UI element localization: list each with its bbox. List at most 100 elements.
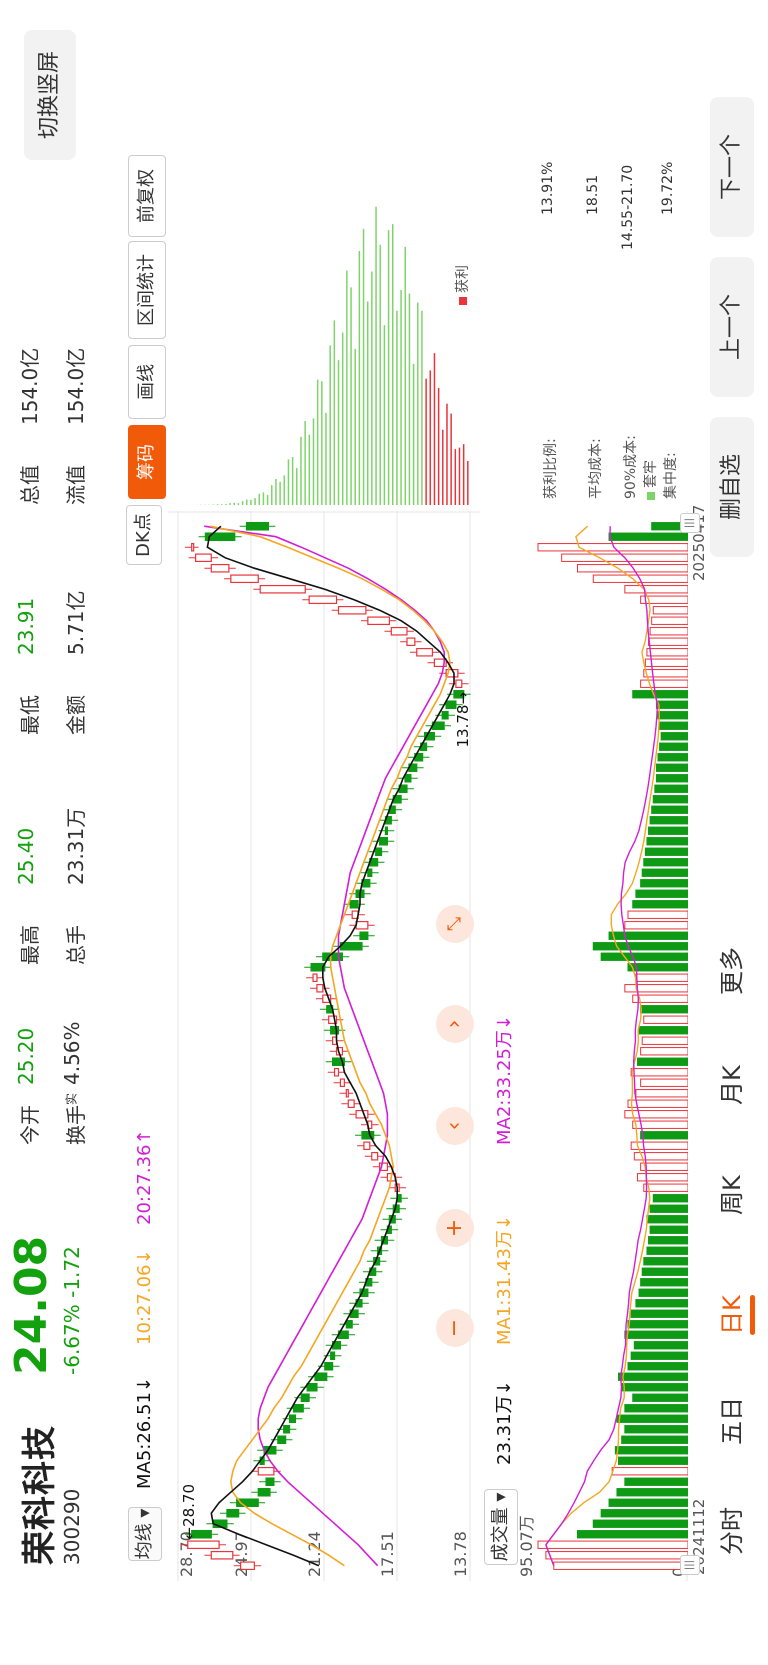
volume-bar <box>648 1236 688 1245</box>
zoom-out-button[interactable]: − <box>436 1309 474 1347</box>
landscape-stage: 荣科科技 300290 24.08 -6.67% -1.72 今开 25.20 … <box>0 0 768 1665</box>
candle-body <box>333 1067 340 1077</box>
candle-body <box>330 1025 340 1035</box>
quote-total-label: 总值 <box>18 465 42 505</box>
volume-bar <box>649 1225 688 1234</box>
quote-amount-label: 金额 <box>64 695 88 735</box>
volume-bar <box>624 585 688 594</box>
volume-bar <box>635 1089 688 1098</box>
stock-name: 荣科科技 <box>20 1425 60 1565</box>
candle-body <box>226 1508 240 1518</box>
volume-bar <box>618 1456 688 1465</box>
volume-bar <box>630 1068 688 1077</box>
quote-open-value: 25.20 <box>14 1027 38 1085</box>
scroll-handle-right[interactable]: ||| <box>680 513 700 533</box>
volume-bar <box>660 732 688 741</box>
candle-body <box>283 1424 291 1434</box>
candle-body <box>378 836 389 846</box>
tab-chips[interactable]: 筹码 <box>128 425 166 499</box>
pan-left-button[interactable]: ‹ <box>436 1107 474 1145</box>
indicator-select[interactable]: 成交量 ▾ <box>484 1489 518 1565</box>
candlestick-chart[interactable]: 28.70 24.97 21.24 17.51 13.78←28.7013.78→ <box>168 511 480 1581</box>
low-marker: 13.78→ <box>454 692 472 748</box>
quote-turnover-label: 换手实 <box>64 1092 88 1145</box>
profit-ratio-label: 获利比例: <box>543 438 559 499</box>
candle-body <box>277 1435 287 1445</box>
high-marker: ←28.70 <box>180 1484 198 1540</box>
volume-bar <box>621 1383 688 1392</box>
volume-bar <box>651 616 688 625</box>
avg-cost-value: 18.51 <box>585 174 601 215</box>
candle-body <box>375 847 383 857</box>
volume-bar <box>618 1372 688 1381</box>
price-axis-label: 21.24 <box>305 1531 324 1577</box>
candle-body <box>312 973 318 983</box>
zoom-in-button[interactable]: + <box>436 1209 474 1247</box>
candle-body <box>265 1477 275 1487</box>
volume-bar <box>608 1498 688 1507</box>
candle-body <box>339 1078 345 1088</box>
pan-right-button[interactable]: › <box>436 1005 474 1043</box>
volume-bar <box>652 606 688 615</box>
volume-bar <box>627 1320 688 1329</box>
volume-bar <box>624 1477 688 1486</box>
next-stock-button[interactable]: 下一个 <box>710 97 754 237</box>
scroll-handle-left[interactable]: ||| <box>680 1555 700 1575</box>
volume-bar <box>616 1488 688 1497</box>
candle-body <box>308 595 338 605</box>
quote-low-label: 最低 <box>18 695 42 735</box>
ma-select[interactable]: 均线 ▾ <box>128 1507 162 1561</box>
candle-body <box>210 563 230 573</box>
tab-weekly-k[interactable]: 周K <box>712 1175 747 1215</box>
ma10-line <box>209 525 451 1567</box>
switch-portrait-button[interactable]: 切换竖屏 <box>24 30 76 160</box>
volume-chart: 95.07万 0 <box>518 511 688 1581</box>
volume-bar <box>600 952 688 961</box>
quote-turnover-value: 4.56% <box>60 1021 84 1085</box>
tab-intraday[interactable]: 分时 <box>712 1507 747 1555</box>
concentration-label: 集中度: <box>663 452 679 499</box>
concentration-value: 19.72% <box>660 161 676 215</box>
volume-bar <box>643 1015 688 1024</box>
volume-bar <box>643 669 688 678</box>
volume-bar <box>657 711 688 720</box>
reset-zoom-icon[interactable]: ⤡ <box>436 905 474 943</box>
volume-bar <box>632 994 688 1003</box>
volume-bar <box>640 1078 688 1087</box>
volume-bar <box>640 879 688 888</box>
volume-max-label: 95.07万 <box>518 1515 536 1577</box>
volume-bar <box>646 1215 688 1224</box>
volume-bar <box>537 1540 688 1549</box>
volume-bar <box>636 1173 688 1182</box>
volume-bar <box>649 1204 688 1213</box>
tab-more[interactable]: 更多 <box>712 947 747 995</box>
volume-bar <box>632 900 688 909</box>
profit-ratio-value: 13.91% <box>540 161 556 215</box>
volume-bar <box>655 700 688 709</box>
candle-body <box>292 1403 304 1413</box>
tab-range-stats[interactable]: 区间统计 <box>128 241 166 339</box>
volume-bar <box>630 1309 688 1318</box>
candle-body <box>367 868 373 878</box>
candle-body <box>349 899 359 909</box>
volume-bar <box>611 1467 688 1476</box>
candle-body <box>345 1088 349 1098</box>
dk-point-button[interactable]: DK点 <box>126 505 162 565</box>
candle-body <box>416 647 434 657</box>
prev-stock-button[interactable]: 上一个 <box>710 257 754 397</box>
tab-five-day[interactable]: 五日 <box>712 1397 747 1445</box>
tab-daily-k[interactable]: 日K <box>712 1295 747 1335</box>
tab-draw[interactable]: 画线 <box>128 345 166 419</box>
volume-bar <box>633 1341 688 1350</box>
quote-volume-value: 23.31万 <box>64 807 88 885</box>
candle-body <box>363 1141 371 1151</box>
volume-bar <box>638 1026 688 1035</box>
ma20-label: 20:27.36↑ <box>134 1129 155 1225</box>
tab-monthly-k[interactable]: 月K <box>712 1065 747 1105</box>
tab-adjust[interactable]: 前复权 <box>128 155 166 237</box>
delete-watchlist-button[interactable]: 删自选 <box>710 417 754 557</box>
candle-body <box>441 710 449 720</box>
volume-bar <box>636 1057 688 1066</box>
volume-bar <box>651 805 688 814</box>
candle-body <box>337 605 367 615</box>
